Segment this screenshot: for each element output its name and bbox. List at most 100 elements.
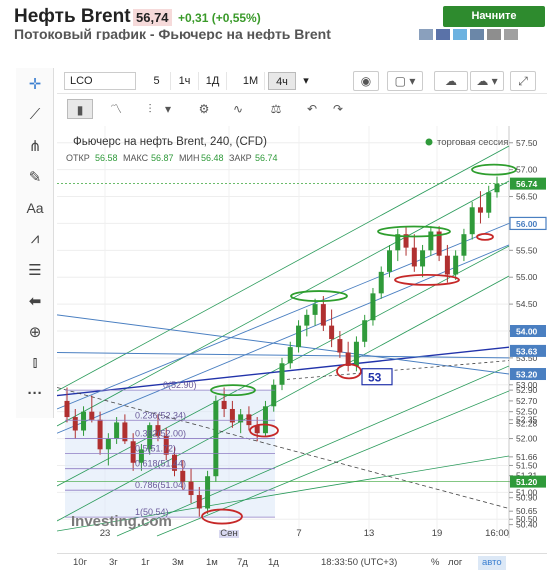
- header: Нефть Brent 56,74 +0,31 (+0,55%) Начните…: [0, 0, 550, 43]
- candle-body: [353, 341, 359, 366]
- color-box-icon[interactable]: ▢ ▾: [387, 71, 423, 91]
- session-dot: [425, 138, 433, 146]
- candle-body: [114, 422, 120, 439]
- fib-level-label: 0.5(51.72): [135, 444, 176, 454]
- share-icon[interactable]: [419, 29, 433, 40]
- x-axis-label: 23: [100, 528, 111, 538]
- candle-body: [411, 247, 417, 267]
- price-badge-54-text: 54.00: [516, 327, 538, 337]
- camera-icon[interactable]: ◉: [353, 71, 379, 91]
- candle-body: [453, 255, 459, 275]
- timeframe-1h[interactable]: 1ч: [171, 72, 199, 90]
- open-value: 56.58: [95, 153, 118, 163]
- range-10y[interactable]: 10г: [73, 556, 87, 570]
- candle-body: [238, 414, 244, 423]
- undo-icon[interactable]: ↶: [299, 99, 325, 119]
- candle-body: [296, 325, 302, 348]
- log-toggle[interactable]: лог: [448, 556, 462, 570]
- range-1y[interactable]: 1г: [141, 556, 150, 570]
- indicators-icon[interactable]: ∿: [225, 99, 251, 119]
- vk-icon[interactable]: [470, 29, 484, 40]
- percent-toggle[interactable]: %: [431, 556, 439, 570]
- candle-body: [320, 304, 326, 326]
- y-axis-label: 51.50: [516, 460, 538, 470]
- candle-body: [271, 384, 277, 407]
- x-axis-label: 7: [296, 528, 301, 538]
- zoom-icon[interactable]: ⊕: [16, 316, 54, 347]
- timeframe-1d[interactable]: 1Д: [199, 72, 227, 90]
- candle-body: [188, 481, 194, 496]
- more-icon[interactable]: ···: [16, 378, 54, 409]
- facebook-icon[interactable]: [436, 29, 450, 40]
- timeframe-5[interactable]: 5: [143, 72, 171, 90]
- candle-body: [205, 476, 211, 509]
- candle-body: [287, 347, 293, 364]
- chart-type-dropdown-icon[interactable]: ▾: [161, 99, 175, 119]
- start-trading-button[interactable]: Начните торговать: [443, 6, 545, 43]
- price-change: +0,31 (+0,55%): [178, 11, 261, 25]
- candle-body: [477, 207, 483, 213]
- y-axis-label: 52.28: [516, 419, 538, 429]
- range-1d[interactable]: 1д: [268, 556, 279, 570]
- chart-title: Фьючерс на нефть Brent, 240, (CFD): [73, 136, 267, 148]
- range-1m[interactable]: 1м: [206, 556, 218, 570]
- close-label: ЗАКР: [229, 153, 252, 163]
- price-chart[interactable]: 0(52.90) 0.236(52.34) 0.382(52.00) 0.5(51.7…: [57, 126, 547, 538]
- y-axis-label: 52.90: [516, 385, 538, 395]
- y-axis-label: 57.50: [516, 138, 538, 148]
- y-axis-label: 50.40: [516, 520, 538, 530]
- bars-measure-icon[interactable]: ⫾: [16, 347, 54, 378]
- mail-icon[interactable]: [487, 29, 501, 40]
- candle-body: [370, 293, 376, 321]
- clock: 18:33:50 (UTC+3): [321, 557, 398, 568]
- timeframe-dropdown-icon[interactable]: ▾: [298, 72, 314, 90]
- gear-icon[interactable]: ⚙: [191, 99, 217, 119]
- pattern-icon[interactable]: ⩘: [16, 223, 54, 254]
- range-3m[interactable]: 3м: [172, 556, 184, 570]
- candle-body: [329, 325, 335, 340]
- cloud-download-icon[interactable]: ☁ ▾: [470, 71, 504, 91]
- price-badge-5120-text: 51.20: [516, 477, 538, 487]
- close-value: 56.74: [255, 153, 278, 163]
- fib-level-label: 0.382(52.00): [135, 429, 186, 439]
- session-label: торговая сессия: [437, 137, 508, 148]
- timeframe-1m[interactable]: 1М: [237, 72, 265, 90]
- y-axis-label: 52.70: [516, 396, 538, 406]
- x-axis-label: 16:00: [485, 528, 509, 538]
- drawing-tools: ✛ ⟋ ⋔ ✎ Aa ⩘ ☰ ⬅ ⊕ ⫾ ···: [16, 68, 54, 418]
- range-7d[interactable]: 7д: [237, 556, 248, 570]
- range-3y[interactable]: 3г: [109, 556, 118, 570]
- candle-body: [461, 234, 467, 256]
- text-icon[interactable]: Aa: [16, 192, 54, 223]
- pitchfork-icon[interactable]: ⋔: [16, 130, 54, 161]
- candle-body: [196, 495, 202, 509]
- print-icon[interactable]: [504, 29, 518, 40]
- candle-body: [279, 363, 285, 385]
- current-price-badge-text: 56.74: [516, 179, 538, 189]
- candle-body: [105, 438, 111, 450]
- fib-icon[interactable]: ☰: [16, 254, 54, 285]
- trendline-icon[interactable]: ⟋: [16, 99, 54, 130]
- bars-icon[interactable]: ⫶: [137, 99, 163, 119]
- twitter-icon[interactable]: [453, 29, 467, 40]
- range-bar: 10г 3г 1г 3м 1м 7д 1д 18:33:50 (UTC+3) %…: [57, 553, 547, 571]
- share-buttons: [419, 29, 521, 40]
- crosshair-icon[interactable]: ✛: [16, 68, 54, 99]
- redo-icon[interactable]: ↷: [325, 99, 351, 119]
- fullscreen-icon[interactable]: ⤢: [510, 71, 536, 91]
- timeframe-4h[interactable]: 4ч: [268, 72, 296, 90]
- candle-body: [72, 417, 78, 431]
- candle-body: [494, 183, 500, 193]
- brush-icon[interactable]: ✎: [16, 161, 54, 192]
- line-chart-icon[interactable]: 〽: [103, 99, 129, 119]
- candle-body: [97, 419, 103, 450]
- auto-toggle[interactable]: авто: [478, 556, 506, 570]
- candle-body: [378, 271, 384, 294]
- price-badge-5320-text: 53.20: [516, 370, 538, 380]
- symbol-input[interactable]: LCO: [64, 72, 136, 90]
- chart-type-toolbar: ▮ 〽 ⫶ ▾ ⚙ ∿ ⚖ ↶ ↷: [57, 95, 387, 123]
- cloud-upload-icon[interactable]: ☁: [434, 71, 468, 91]
- back-arrow-icon[interactable]: ⬅: [16, 285, 54, 316]
- candles-icon[interactable]: ▮: [67, 99, 93, 119]
- scales-icon[interactable]: ⚖: [263, 99, 289, 119]
